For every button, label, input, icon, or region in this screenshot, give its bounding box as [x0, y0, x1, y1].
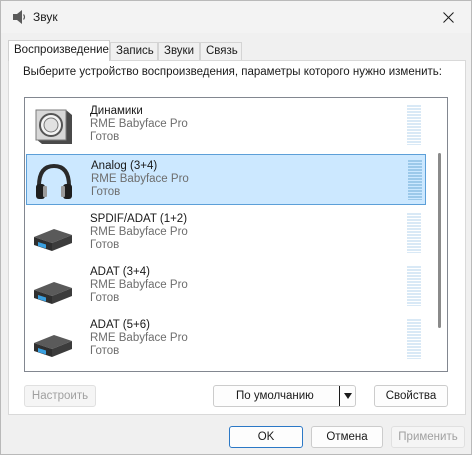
tab-label: Воспроизведение [14, 44, 109, 56]
set-default-button[interactable]: По умолчанию [213, 385, 356, 407]
device-driver: RME Babyface Pro [90, 279, 188, 291]
device-driver: RME Babyface Pro [90, 118, 188, 130]
device-row-analog[interactable]: Analog (3+4) RME Babyface Pro Готов [26, 154, 426, 205]
digital-output-icon [34, 282, 72, 304]
configure-button[interactable]: Настроить [24, 385, 96, 407]
tab-communications[interactable]: Связь [200, 42, 242, 60]
level-meter [407, 319, 421, 359]
device-list[interactable]: Динамики RME Babyface Pro Готов Analog (… [24, 97, 448, 372]
device-name: ADAT (3+4) [90, 266, 150, 278]
close-button[interactable] [425, 1, 471, 33]
device-row-adat-3-4[interactable]: ADAT (3+4) RME Babyface Pro Готов [26, 261, 426, 312]
sound-dialog: Звук Воспроизведение Запись Звуки Связь … [0, 0, 472, 455]
device-name: SPDIF/ADAT (1+2) [90, 213, 188, 225]
scrollbar-thumb[interactable] [438, 153, 441, 328]
instruction-text: Выберите устройство воспроизведения, пар… [23, 66, 442, 78]
title-bar[interactable]: Звук [1, 1, 471, 33]
tab-label: Запись [116, 45, 154, 57]
tab-label: Звуки [164, 45, 195, 57]
set-default-dropdown[interactable] [340, 385, 355, 407]
digital-output-icon [34, 229, 72, 251]
digital-output-icon [34, 335, 72, 357]
apply-button[interactable]: Применить [391, 426, 465, 448]
triangle-down-icon [343, 393, 352, 399]
window-title: Звук [33, 10, 58, 24]
device-name: Динамики [90, 105, 143, 117]
ok-button[interactable]: OK [229, 426, 303, 448]
headphones-icon [36, 163, 72, 199]
device-driver: RME Babyface Pro [91, 173, 189, 185]
device-row-speakers[interactable]: Динамики RME Babyface Pro Готов [26, 100, 426, 151]
device-driver: RME Babyface Pro [90, 332, 188, 344]
device-driver: RME Babyface Pro [90, 226, 188, 238]
tab-recording[interactable]: Запись [110, 42, 158, 60]
level-meter [407, 105, 421, 145]
device-name: ADAT (5+6) [90, 319, 150, 331]
device-status: Готов [90, 131, 120, 143]
device-name: Analog (3+4) [91, 160, 158, 172]
device-status: Готов [91, 186, 121, 198]
device-row-adat-5-6[interactable]: ADAT (5+6) RME Babyface Pro Готов [26, 314, 426, 365]
device-status: Готов [90, 292, 120, 304]
speaker-device-icon [35, 109, 72, 144]
close-icon [442, 11, 454, 23]
vertical-scrollbar[interactable] [434, 99, 446, 370]
level-meter [407, 213, 421, 253]
tab-playback[interactable]: Воспроизведение [8, 40, 110, 61]
tab-label: Связь [206, 45, 238, 57]
level-meter [408, 160, 422, 200]
device-row-spdif-adat[interactable]: SPDIF/ADAT (1+2) RME Babyface Pro Готов [26, 208, 426, 259]
device-status: Готов [90, 239, 120, 251]
tab-sounds[interactable]: Звуки [158, 42, 200, 60]
speaker-icon [13, 10, 26, 24]
set-default-label: По умолчанию [236, 390, 314, 402]
playback-panel: Выберите устройство воспроизведения, пар… [8, 60, 466, 415]
cancel-button[interactable]: Отмена [311, 426, 383, 448]
level-meter [407, 266, 421, 306]
properties-button[interactable]: Свойства [374, 385, 448, 407]
device-status: Готов [90, 345, 120, 357]
